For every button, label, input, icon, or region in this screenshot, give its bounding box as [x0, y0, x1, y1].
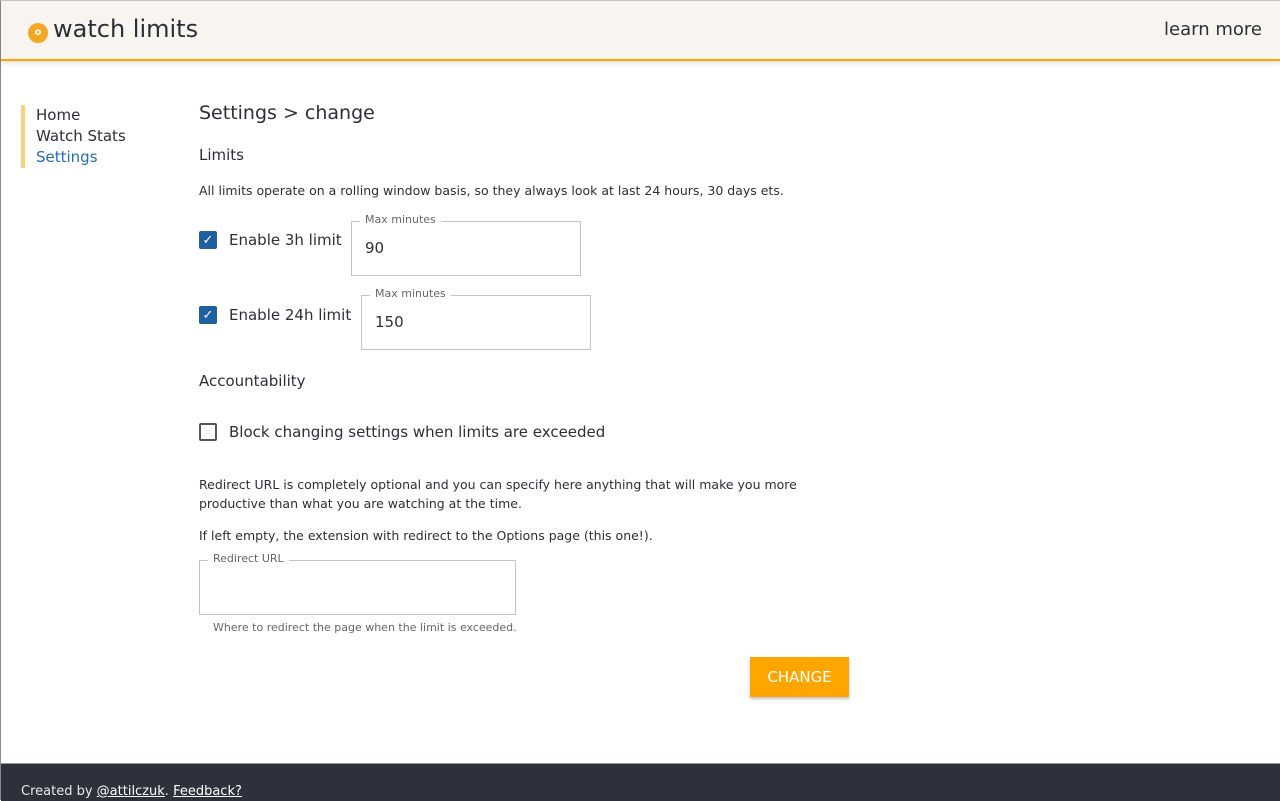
redirect-note: If left empty, the extension with redire… — [199, 528, 653, 543]
nav-home[interactable]: Home — [36, 105, 126, 126]
max-minutes-24h-input[interactable]: Max minutes 150 — [361, 287, 591, 350]
limits-description: All limits operate on a rolling window b… — [199, 183, 784, 198]
max-minutes-3h-input[interactable]: Max minutes 90 — [351, 213, 581, 276]
checkbox-3h[interactable]: ✓ — [199, 231, 217, 249]
field-label: Max minutes — [370, 287, 451, 300]
field-label: Redirect URL — [208, 552, 289, 565]
checkbox-24h[interactable]: ✓ — [199, 306, 217, 324]
block-settings-row[interactable]: Block changing settings when limits are … — [199, 423, 605, 441]
field-value: 150 — [375, 313, 404, 331]
field-label: Max minutes — [360, 213, 441, 226]
nav-settings[interactable]: Settings — [36, 147, 126, 168]
limit-3h-checkbox-row[interactable]: ✓ Enable 3h limit — [199, 231, 342, 249]
learn-more-link[interactable]: learn more — [1164, 19, 1262, 40]
change-button[interactable]: CHANGE — [750, 657, 849, 697]
accountability-heading: Accountability — [199, 372, 306, 390]
field-value: 90 — [365, 239, 385, 257]
limits-heading: Limits — [199, 146, 244, 164]
nav-watch-stats[interactable]: Watch Stats — [36, 126, 126, 147]
redirect-url-input[interactable]: Redirect URL — [199, 552, 516, 615]
footer-text: Created by — [21, 784, 97, 799]
redirect-description: Redirect URL is completely optional and … — [199, 477, 797, 511]
logo-icon: o — [28, 23, 48, 43]
redirect-help-text: Where to redirect the page when the limi… — [213, 621, 517, 634]
app-title: watch limits — [53, 15, 199, 43]
checkbox-block-settings[interactable] — [199, 423, 217, 441]
block-settings-label: Block changing settings when limits are … — [229, 423, 606, 441]
sidebar-nav: Home Watch Stats Settings — [21, 105, 126, 168]
page-title: Settings > change — [199, 102, 375, 124]
author-link[interactable]: @attilczuk — [97, 784, 165, 799]
footer: Created by @attilczuk. Feedback? — [1, 763, 1280, 801]
limit-24h-label: Enable 24h limit — [229, 306, 352, 324]
app-header: o watch limits learn more — [1, 1, 1280, 61]
limit-3h-label: Enable 3h limit — [229, 231, 342, 249]
footer-separator: . — [164, 784, 174, 799]
feedback-link[interactable]: Feedback? — [173, 784, 242, 799]
limit-24h-checkbox-row[interactable]: ✓ Enable 24h limit — [199, 306, 351, 324]
